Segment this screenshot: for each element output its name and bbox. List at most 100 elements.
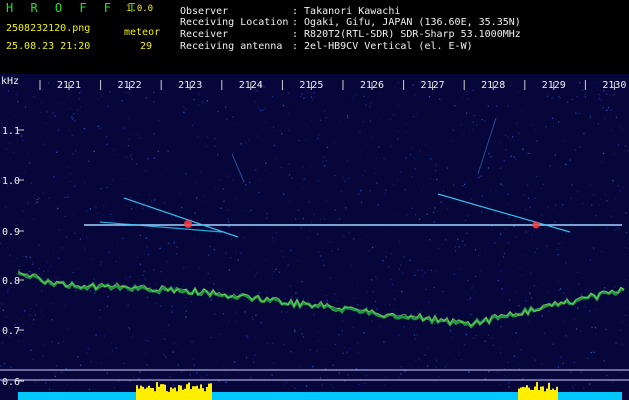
noise-dot bbox=[145, 237, 147, 239]
noise-dot bbox=[485, 373, 487, 375]
noise-dot bbox=[605, 328, 607, 330]
counter-bar bbox=[138, 388, 140, 400]
noise-dot bbox=[282, 191, 284, 194]
noise-dot bbox=[149, 119, 151, 121]
noise-dot bbox=[110, 183, 112, 185]
noise-dot bbox=[466, 112, 468, 114]
noise-dot bbox=[73, 271, 76, 274]
noise-dot bbox=[404, 168, 406, 170]
noise-dot bbox=[574, 149, 577, 151]
noise-dot bbox=[191, 188, 193, 190]
noise-dot bbox=[68, 180, 70, 182]
noise-dot bbox=[349, 230, 352, 232]
noise-dot bbox=[517, 139, 519, 141]
counter-bar bbox=[356, 396, 358, 400]
noise-dot bbox=[569, 293, 571, 295]
noise-dot bbox=[88, 160, 90, 162]
noise-dot bbox=[444, 366, 447, 368]
counter-bar bbox=[226, 396, 228, 400]
noise-dot bbox=[271, 95, 273, 97]
noise-dot bbox=[379, 118, 381, 120]
counter-bar bbox=[448, 396, 450, 400]
noise-dot bbox=[369, 120, 372, 122]
noise-dot bbox=[551, 208, 553, 210]
noise-dot bbox=[244, 311, 246, 313]
noise-dot bbox=[25, 287, 27, 289]
counter-bar bbox=[170, 387, 172, 400]
noise-dot bbox=[57, 102, 60, 104]
noise-dot bbox=[591, 349, 593, 352]
noise-dot bbox=[67, 328, 69, 330]
noise-dot bbox=[365, 104, 367, 106]
noise-dot bbox=[341, 330, 343, 332]
noise-dot bbox=[39, 311, 42, 313]
receiver-value: : R820T2(RTL-SDR) SDR-Sharp 53.1000MHz bbox=[292, 29, 521, 40]
noise-dot bbox=[236, 288, 238, 291]
noise-dot bbox=[73, 113, 75, 115]
noise-dot bbox=[158, 119, 160, 122]
noise-dot bbox=[530, 124, 532, 126]
noise-dot bbox=[598, 204, 600, 206]
noise-dot bbox=[546, 95, 549, 97]
noise-dot bbox=[466, 90, 468, 93]
noise-dot bbox=[48, 388, 51, 390]
noise-dot bbox=[80, 229, 83, 231]
noise-dot bbox=[500, 270, 502, 272]
noise-dot bbox=[530, 272, 532, 274]
noise-dot bbox=[68, 93, 70, 95]
noise-dot bbox=[60, 117, 62, 119]
noise-dot bbox=[15, 93, 17, 96]
noise-dot bbox=[462, 240, 464, 242]
noise-dot bbox=[69, 173, 71, 175]
noise-dot bbox=[358, 193, 361, 195]
noise-dot bbox=[623, 159, 625, 161]
noise-dot bbox=[464, 186, 467, 188]
noise-dot bbox=[383, 167, 385, 169]
noise-dot bbox=[287, 105, 289, 107]
noise-dot bbox=[414, 94, 416, 96]
noise-dot bbox=[181, 370, 183, 372]
noise-dot bbox=[376, 265, 378, 268]
noise-dot bbox=[206, 136, 209, 138]
noise-dot bbox=[377, 221, 379, 223]
noise-dot bbox=[14, 306, 16, 308]
noise-dot bbox=[189, 374, 191, 376]
noise-dot bbox=[227, 218, 229, 220]
noise-dot bbox=[106, 136, 108, 138]
noise-dot bbox=[552, 343, 554, 345]
noise-dot bbox=[286, 311, 288, 313]
noise-dot bbox=[116, 245, 118, 247]
spectrogram-plot: 2121 2122 2123 2124 2125 2126 2127 2128 2129 2130… bbox=[0, 74, 629, 400]
noise-dot bbox=[558, 121, 560, 123]
noise-dot bbox=[502, 256, 505, 258]
noise-dot bbox=[433, 286, 435, 289]
noise-dot bbox=[622, 186, 625, 188]
noise-dot bbox=[347, 374, 349, 376]
counter-bar bbox=[56, 396, 58, 400]
noise-dot bbox=[314, 96, 316, 98]
noise-dot bbox=[54, 115, 56, 117]
counter-bar bbox=[250, 396, 252, 400]
noise-dot bbox=[460, 205, 462, 207]
noise-dot bbox=[0, 343, 2, 345]
noise-dot bbox=[571, 385, 573, 387]
noise-dot bbox=[581, 203, 584, 205]
noise-dot bbox=[462, 185, 464, 187]
counter-bar bbox=[214, 396, 216, 400]
noise-dot bbox=[202, 103, 204, 105]
noise-dot bbox=[172, 351, 174, 353]
noise-dot bbox=[434, 323, 436, 325]
noise-dot bbox=[572, 253, 574, 255]
noise-dot bbox=[74, 232, 76, 234]
noise-dot bbox=[414, 359, 417, 361]
noise-dot bbox=[138, 137, 141, 139]
noise-dot bbox=[454, 246, 457, 248]
noise-dot bbox=[85, 118, 87, 120]
noise-dot bbox=[345, 209, 347, 211]
noise-dot bbox=[114, 153, 116, 156]
noise-dot bbox=[498, 347, 500, 350]
noise-dot bbox=[222, 188, 225, 190]
noise-dot bbox=[266, 217, 268, 219]
spectrogram-background bbox=[0, 74, 629, 400]
noise-dot bbox=[342, 320, 344, 322]
